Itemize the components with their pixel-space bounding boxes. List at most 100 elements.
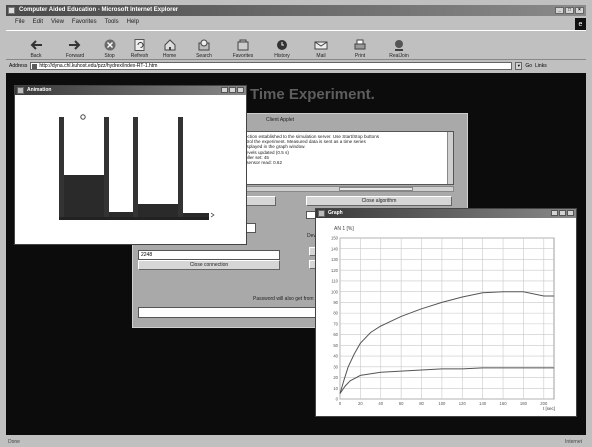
status-text: Done (8, 439, 20, 445)
print-icon (354, 39, 366, 50)
graph-title-bar: Graph (316, 209, 576, 218)
password-input[interactable] (138, 307, 318, 318)
x-tick-label: 60 (399, 401, 404, 406)
security-zone: Internet (565, 439, 582, 445)
graph-maximize-button[interactable] (559, 210, 566, 216)
x-axis-label: t [sec] (543, 406, 555, 411)
tank-2-water (138, 204, 178, 217)
forward-button[interactable]: Forward (57, 38, 93, 59)
tank-2-right-wall (178, 117, 183, 217)
y-tick-label: 10 (333, 386, 338, 391)
graph-window[interactable]: Graph 0 10 20 30 40 50 60 70 80 90 100 110 120 130 140… (315, 208, 577, 417)
x-tick-label: 20 (358, 401, 363, 406)
x-tick-label: 80 (419, 401, 424, 406)
history-icon (277, 40, 287, 50)
y-tick-label: 140 (331, 246, 339, 251)
close-connection-button[interactable]: Close connection (138, 260, 280, 270)
forward-arrow-icon (69, 40, 81, 50)
print-button[interactable]: Print (342, 38, 378, 59)
address-label: Address (9, 63, 28, 69)
tank-1-water (64, 175, 104, 217)
x-tick-label: 120 (459, 401, 467, 406)
y-tick-label: 130 (331, 257, 339, 262)
x-tick-label: 40 (378, 401, 383, 406)
tank-1-left-wall (59, 117, 64, 217)
password-note: Password will also get from (253, 296, 314, 302)
panel-title: Client Applet (266, 117, 295, 123)
tank-1-right-wall (104, 117, 109, 217)
animation-maximize-button[interactable] (229, 87, 236, 93)
animation-close-button[interactable] (237, 87, 244, 93)
graph-close-button[interactable] (567, 210, 574, 216)
ie-logo-icon (8, 7, 15, 14)
favorites-button[interactable]: Favorites (225, 38, 261, 59)
tanks-diagram (59, 114, 215, 220)
window-title: Computer Aided Education - Microsoft Int… (19, 7, 179, 13)
close-algorithm-button[interactable]: Close algorithm (306, 196, 452, 206)
x-tick-label: 160 (500, 401, 508, 406)
animation-title-bar: Animation (15, 86, 246, 95)
search-button[interactable]: Search (186, 38, 222, 59)
realjoin-icon (395, 40, 403, 51)
address-bar: Address http://dyna.chl.kuhost.edu/pzz/h… (6, 61, 586, 71)
stop-icon (104, 39, 115, 51)
y-tick-label: 50 (333, 343, 338, 348)
log-textarea[interactable]: Connection established to the simulation… (230, 131, 454, 185)
x-tick-label: 100 (438, 401, 446, 406)
menu-view[interactable]: View (51, 17, 64, 27)
links-button[interactable]: Links (535, 63, 547, 69)
search-icon (198, 39, 210, 51)
java-window-icon (318, 210, 325, 217)
realjoin-button[interactable]: RealJoin (381, 38, 417, 59)
menu-help[interactable]: Help (127, 17, 139, 27)
refresh-button[interactable]: Refresh (126, 38, 153, 59)
x-tick-label: 180 (520, 401, 528, 406)
menu-file[interactable]: File (15, 17, 25, 27)
menu-tools[interactable]: Tools (105, 17, 119, 27)
x-tick-label: 140 (479, 401, 487, 406)
browser-window: Computer Aided Education - Microsoft Int… (0, 0, 592, 447)
history-button[interactable]: History (264, 38, 300, 59)
y-tick-label: 20 (333, 375, 338, 380)
menu-edit[interactable]: Edit (33, 17, 43, 27)
outlet-arrow-icon (210, 212, 215, 218)
toolbar: Back Forward Stop Refresh Home Search Fa… (6, 30, 586, 60)
home-button[interactable]: Home (156, 38, 183, 59)
y-tick-label: 60 (333, 332, 338, 337)
graph-minimize-button[interactable] (551, 210, 558, 216)
y-tick-label: 100 (331, 289, 339, 294)
y-tick-label: 70 (333, 321, 338, 326)
mail-button[interactable]: Mail (303, 38, 339, 59)
stop-button[interactable]: Stop (96, 38, 123, 59)
tank-2-left-wall (133, 117, 138, 217)
close-button[interactable]: × (575, 7, 584, 14)
tank-base (59, 217, 209, 220)
animation-window[interactable]: Animation (14, 85, 247, 245)
y-tick-label: 120 (331, 268, 339, 273)
title-bar: Computer Aided Education - Microsoft Int… (6, 5, 586, 16)
java-window-icon (17, 87, 24, 94)
log-vertical-scrollbar[interactable] (447, 132, 453, 184)
menu-favorites[interactable]: Favorites (72, 17, 97, 27)
address-dropdown-button[interactable]: ▼ (515, 62, 523, 70)
favorites-icon (237, 39, 249, 51)
page-content: Time Experiment. Client Applet Connectio… (6, 73, 586, 435)
connection-input[interactable]: 2248 (138, 250, 280, 260)
address-input[interactable]: http://dyna.chl.kuhost.edu/pzz/hydrex/in… (30, 62, 513, 70)
y-tick-label: 80 (333, 311, 338, 316)
go-button[interactable]: Go (525, 63, 532, 69)
source-valve-icon (80, 114, 86, 120)
page-icon (32, 64, 38, 69)
home-icon (164, 39, 175, 51)
y-tick-label: 110 (331, 279, 338, 284)
maximize-button[interactable]: □ (565, 7, 574, 14)
back-button[interactable]: Back (18, 38, 54, 59)
log-horizontal-scrollbar[interactable] (230, 186, 454, 192)
minimize-button[interactable]: _ (555, 7, 564, 14)
mail-icon (314, 41, 328, 50)
animation-minimize-button[interactable] (221, 87, 228, 93)
y-tick-label: 150 (331, 236, 339, 241)
y-tick-label: 40 (333, 354, 338, 359)
y-tick-label: 90 (333, 300, 338, 305)
y-axis-label: AN 1 [%] (334, 226, 354, 232)
